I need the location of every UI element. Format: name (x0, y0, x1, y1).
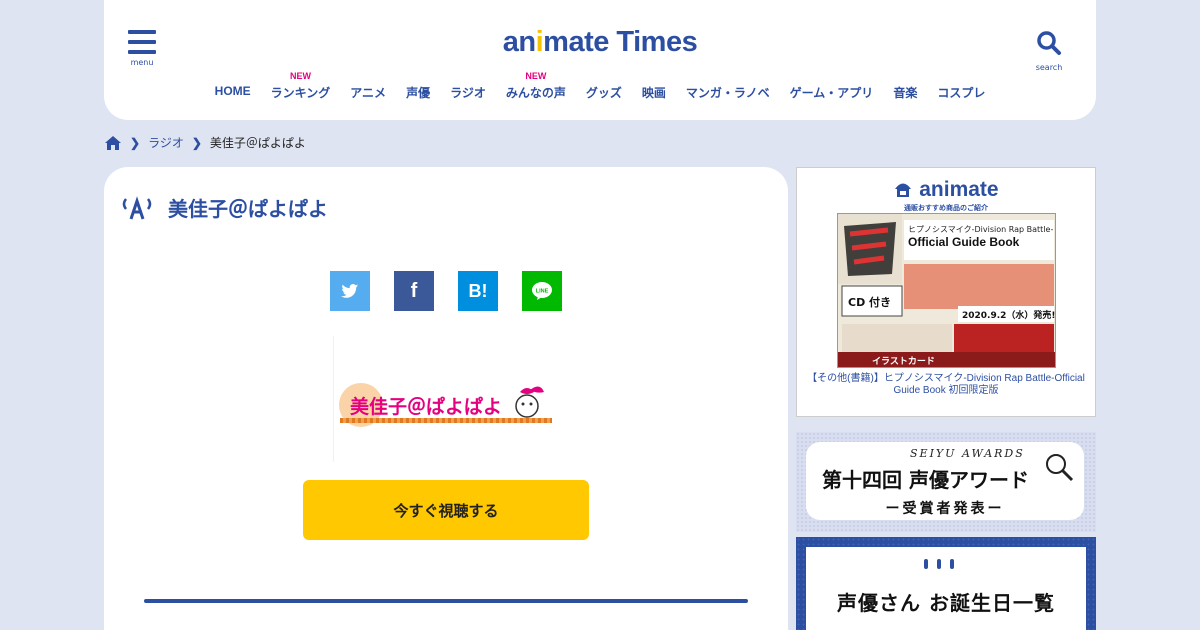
nav-item[interactable]: グッズ (586, 84, 622, 101)
nav-item[interactable]: NEW みんなの声 (505, 71, 566, 101)
program-logo-text: 美佳子＠ぱよぱよ (350, 395, 502, 418)
sparkle-icon-bar (924, 559, 928, 569)
product-cover: ヒプノシスマイク-Division Rap Battle- Official G… (838, 214, 1056, 367)
nav-item-label: マンガ・ラノベ (685, 86, 770, 100)
hatena-bookmark-button[interactable]: B! (458, 271, 498, 311)
watch-now-button[interactable]: 今すぐ視聴する (303, 480, 589, 540)
svg-text:LINE: LINE (536, 289, 549, 295)
product-title-jp: ヒプノシスマイク-Division Rap Battle- (908, 225, 1053, 234)
birthday-banner-inner: 声優さん お誕生日一覧 (806, 547, 1086, 630)
title-row: 美佳子＠ぱよぱよ (120, 193, 328, 222)
breadcrumb: ❯ ラジオ ❯ 美佳子＠ぱよぱよ (104, 134, 306, 151)
search-button[interactable]: search (1034, 30, 1064, 72)
seiyu-birthday-banner[interactable]: 声優さん お誕生日一覧 (796, 537, 1096, 630)
nav-item-label: 音楽 (893, 86, 918, 100)
page-title: 美佳子＠ぱよぱよ (168, 197, 328, 221)
main-content: 美佳子＠ぱよぱよ f B! LINE 美佳子＠ぱよぱよ 今すぐ視聴する (104, 167, 788, 630)
award-title: 第十四回 声優アワード (822, 468, 1029, 492)
logo-text-part: an (502, 26, 536, 58)
nav-item[interactable]: コスプレ (937, 84, 985, 101)
microphone-icon (1046, 454, 1074, 482)
main-nav: HOME NEW ランキング アニメ 声優 ラジオ NEW みんなの声 グッズ 映画 マンガ・ラノベ… (104, 71, 1096, 101)
program-logo: 美佳子＠ぱよぱよ (339, 383, 552, 427)
twitter-share-button[interactable] (330, 271, 370, 311)
nav-item[interactable]: HOME (215, 84, 251, 101)
nav-item-label: ランキング (270, 86, 331, 100)
product-cd-label: CD 付き (848, 295, 891, 309)
site-header: menu animate Times search HOME NEW ランキング アニ… (104, 0, 1096, 120)
award-banner-inner: SEIYU AWARDS 第十四回 声優アワード ー受賞者発表ー (806, 442, 1084, 520)
nav-item[interactable]: 声優 (406, 84, 430, 101)
new-badge: NEW (525, 71, 547, 81)
award-footer: ー受賞者発表ー (885, 501, 1005, 517)
product-bonus-label: イラストカード (872, 356, 935, 367)
nav-item[interactable]: NEW ランキング (270, 71, 331, 101)
breadcrumb-current: 美佳子＠ぱよぱよ (209, 136, 306, 150)
animate-logo-text: animate (919, 178, 999, 201)
nav-item-label: グッズ (585, 86, 622, 100)
radio-broadcast-icon (122, 195, 152, 219)
program-logo-image: 美佳子＠ぱよぱよ (333, 336, 559, 462)
chevron-right-icon: ❯ (191, 135, 202, 150)
nav-item[interactable]: ラジオ (450, 84, 486, 101)
nav-item-label: 声優 (406, 86, 431, 100)
nav-item-label: HOME (214, 84, 251, 98)
facebook-icon: f (410, 279, 418, 302)
seiyu-awards-banner[interactable]: SEIYU AWARDS 第十四回 声優アワード ー受賞者発表ー (796, 432, 1096, 532)
line-share-button[interactable]: LINE (522, 271, 562, 311)
nav-item[interactable]: ゲーム・アプリ (790, 84, 874, 101)
search-label: search (1035, 63, 1063, 72)
nav-item-label: アニメ (350, 86, 387, 100)
share-buttons: f B! LINE (330, 271, 562, 311)
ad-subtitle: 通販おすすめ商品のご紹介 (904, 204, 988, 212)
nav-item-label: ラジオ (450, 86, 486, 100)
facebook-share-button[interactable]: f (394, 271, 434, 311)
sparkle-icon-bar (950, 559, 954, 569)
nav-item-label: 映画 (641, 86, 666, 100)
nav-item-label: コスプレ (937, 86, 986, 100)
animate-logo: animate (797, 178, 1095, 202)
line-icon: LINE (532, 282, 552, 300)
hatena-icon: B! (468, 280, 488, 301)
breadcrumb-link-radio[interactable]: ラジオ (148, 134, 184, 151)
section-divider (144, 599, 748, 603)
product-caption-link[interactable]: 【その他(書籍)】ヒプノシスマイク-Division Rap Battle-Of… (807, 373, 1085, 397)
home-icon[interactable] (104, 135, 122, 151)
nav-item-label: みんなの声 (505, 86, 566, 100)
chevron-right-icon: ❯ (130, 135, 141, 150)
product-release-date: 2020.9.2（水）発売! (962, 309, 1056, 321)
award-subtitle: SEIYU AWARDS (910, 447, 1025, 460)
product-title-en: Official Guide Book (908, 235, 1020, 249)
nav-item[interactable]: 映画 (642, 84, 666, 101)
nav-item[interactable]: アニメ (350, 84, 386, 101)
sparkle-icon (924, 559, 954, 569)
menu-label: menu (130, 58, 154, 67)
twitter-icon (341, 283, 359, 298)
nav-item[interactable]: マンガ・ラノベ (686, 84, 770, 101)
search-icon (1037, 31, 1061, 55)
animate-shop-ad[interactable]: animate 通販おすすめ商品のご紹介 ヒプノシスマイク-Division R… (796, 167, 1096, 417)
logo-text-part: mate Times (543, 26, 698, 58)
new-badge: NEW (289, 71, 311, 81)
nav-item[interactable]: 音楽 (893, 84, 917, 101)
animate-logo-mark-icon (895, 183, 912, 197)
site-logo[interactable]: animate Times (104, 26, 1096, 59)
nav-item-label: ゲーム・アプリ (789, 86, 874, 100)
sparkle-icon-bar (937, 559, 941, 569)
birthday-title: 声優さん お誕生日一覧 (837, 591, 1055, 615)
product-image[interactable]: ヒプノシスマイク-Division Rap Battle- Official G… (837, 213, 1056, 368)
